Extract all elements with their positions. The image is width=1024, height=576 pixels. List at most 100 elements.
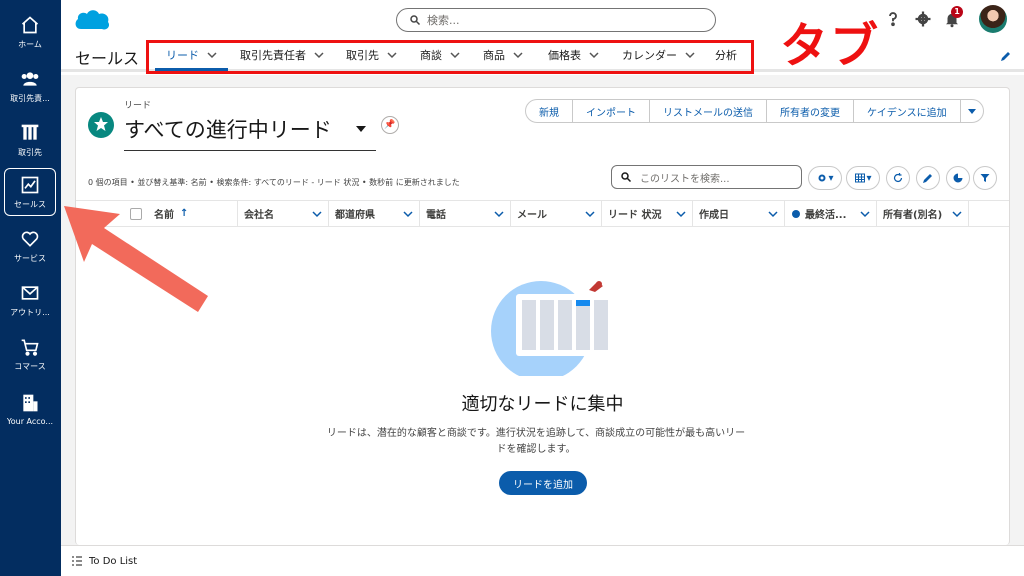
help-icon[interactable] [884, 10, 902, 28]
add-lead-button[interactable]: リードを追加 [499, 471, 587, 495]
tab-leads[interactable]: リード [166, 47, 217, 63]
chevron-down-icon[interactable] [207, 50, 217, 60]
rail-item-your-account[interactable]: Your Acco... [4, 385, 56, 433]
add-to-cadence-button[interactable]: ケイデンスに追加 [853, 99, 961, 123]
utility-bar: To Do List [61, 545, 1024, 576]
charts-button[interactable] [946, 166, 970, 190]
pie-chart-icon [953, 173, 963, 183]
chevron-down-icon[interactable] [314, 50, 324, 60]
edit-nav-pencil-icon[interactable] [1000, 50, 1012, 62]
column-header-last-activity[interactable]: 最終活... [785, 201, 877, 226]
home-icon [21, 15, 39, 33]
avatar[interactable] [979, 5, 1007, 33]
gear-icon [818, 174, 826, 182]
rail-item-commerce[interactable]: コマース [4, 330, 56, 378]
rail-item-label: 取引先 [18, 147, 42, 157]
refresh-icon [893, 173, 903, 183]
tab-contacts[interactable]: 取引先責任者 [240, 47, 324, 63]
chevron-down-icon[interactable] [450, 50, 460, 60]
global-search-input[interactable]: 検索... [396, 8, 716, 32]
list-view-card: リード すべての進行中リード 📌 新規 インポート リストメールの送信 所有者の… [75, 87, 1010, 545]
column-header-prefecture[interactable]: 都道府県 [329, 201, 420, 226]
tab-label: 取引先責任者 [240, 49, 306, 62]
tab-label: 取引先 [346, 49, 379, 62]
list-search-input[interactable]: このリストを検索... [611, 165, 802, 189]
tab-analytics[interactable]: 分析 [715, 47, 737, 63]
list-view-title[interactable]: すべての進行中リード [124, 114, 332, 144]
list-search-placeholder: このリストを検索... [640, 173, 730, 185]
chevron-down-icon[interactable] [494, 209, 504, 219]
sort-ascending-icon[interactable]: ↑ [180, 208, 188, 219]
column-label: リード 状況 [608, 210, 662, 221]
active-tab-indicator [155, 68, 228, 71]
empty-state-description: リードは、潜在的な顧客と商談です。進行状況を追跡して、商談成立の可能性が最も高い… [326, 428, 746, 455]
change-owner-button[interactable]: 所有者の変更 [766, 99, 854, 123]
tab-price-books[interactable]: 価格表 [548, 47, 599, 63]
chevron-down-icon[interactable] [589, 50, 599, 60]
column-header-phone[interactable]: 電話 [420, 201, 511, 226]
building-icon [21, 124, 39, 140]
mail-icon [21, 285, 39, 300]
chevron-down-icon[interactable] [403, 209, 413, 219]
list-meta-info: 0 個の項目 • 並び替え基準: 名前 • 検索条件: すべてのリード - リー… [88, 178, 460, 187]
column-header-name[interactable]: 名前 ↑ [148, 201, 238, 226]
rail-item-label: Your Acco... [6, 416, 54, 426]
column-label: 会社名 [244, 210, 274, 221]
search-icon [621, 172, 632, 183]
filter-button[interactable] [973, 166, 997, 190]
select-all-checkbox[interactable] [130, 208, 142, 220]
refresh-button[interactable] [886, 166, 910, 190]
tab-label: 分析 [715, 49, 737, 62]
tab-calendar[interactable]: カレンダー [622, 47, 695, 63]
list-settings-button[interactable]: ▾ [808, 166, 842, 190]
rail-item-outreach[interactable]: アウトリ... [4, 276, 56, 324]
send-list-email-button[interactable]: リストメールの送信 [649, 99, 767, 123]
lead-object-icon [88, 112, 114, 138]
chevron-down-icon[interactable] [676, 209, 686, 219]
chevron-down-icon[interactable] [312, 209, 322, 219]
object-label: リード [124, 101, 152, 111]
rail-item-label: コマース [14, 361, 46, 371]
chevron-down-icon[interactable] [513, 50, 523, 60]
tab-label: 価格表 [548, 49, 581, 62]
list-view-dropdown-icon[interactable] [356, 126, 366, 132]
rail-item-service[interactable]: サービス [4, 222, 56, 270]
rail-item-label: セールス [14, 199, 46, 209]
chevron-down-icon[interactable] [768, 209, 778, 219]
tab-products[interactable]: 商品 [483, 47, 523, 63]
filter-icon [980, 174, 990, 182]
column-header-lead-status[interactable]: リード 状況 [602, 201, 693, 226]
tab-accounts[interactable]: 取引先 [346, 47, 397, 63]
chevron-down-icon[interactable] [585, 209, 595, 219]
column-header-company[interactable]: 会社名 [238, 201, 329, 226]
inline-edit-button[interactable] [916, 166, 940, 190]
rail-item-label: 取引先責... [10, 93, 50, 103]
todo-list-button[interactable]: To Do List [89, 556, 137, 567]
chevron-down-icon[interactable] [860, 209, 870, 219]
main-content: リード すべての進行中リード 📌 新規 インポート リストメールの送信 所有者の… [61, 75, 1024, 545]
pin-icon[interactable]: 📌 [381, 116, 399, 134]
column-header-owner-alias[interactable]: 所有者(別名) [877, 201, 969, 226]
column-label: メール [517, 210, 547, 221]
office-icon [23, 394, 38, 411]
tab-label: 商談 [420, 49, 442, 62]
column-header-email[interactable]: メール [511, 201, 602, 226]
search-icon [410, 15, 421, 26]
more-actions-button[interactable] [959, 99, 984, 123]
chevron-down-icon[interactable] [952, 209, 962, 219]
chevron-down-icon[interactable] [685, 50, 695, 60]
gear-icon[interactable] [914, 10, 932, 28]
empty-state-illustration [491, 281, 621, 376]
new-button[interactable]: 新規 [525, 99, 573, 123]
chevron-down-icon[interactable] [387, 50, 397, 60]
rail-item-home[interactable]: ホーム [4, 8, 56, 56]
app-name: セールス [75, 49, 140, 68]
column-header-created-date[interactable]: 作成日 [693, 201, 785, 226]
import-button[interactable]: インポート [572, 99, 650, 123]
rail-item-sales[interactable]: セールス [4, 168, 56, 216]
display-as-button[interactable]: ▾ [846, 166, 880, 190]
salesforce-logo[interactable] [73, 7, 111, 33]
rail-item-accounts[interactable]: 取引先 [4, 116, 56, 164]
rail-item-contacts[interactable]: 取引先責... [4, 62, 56, 110]
tab-opportunities[interactable]: 商談 [420, 47, 460, 63]
